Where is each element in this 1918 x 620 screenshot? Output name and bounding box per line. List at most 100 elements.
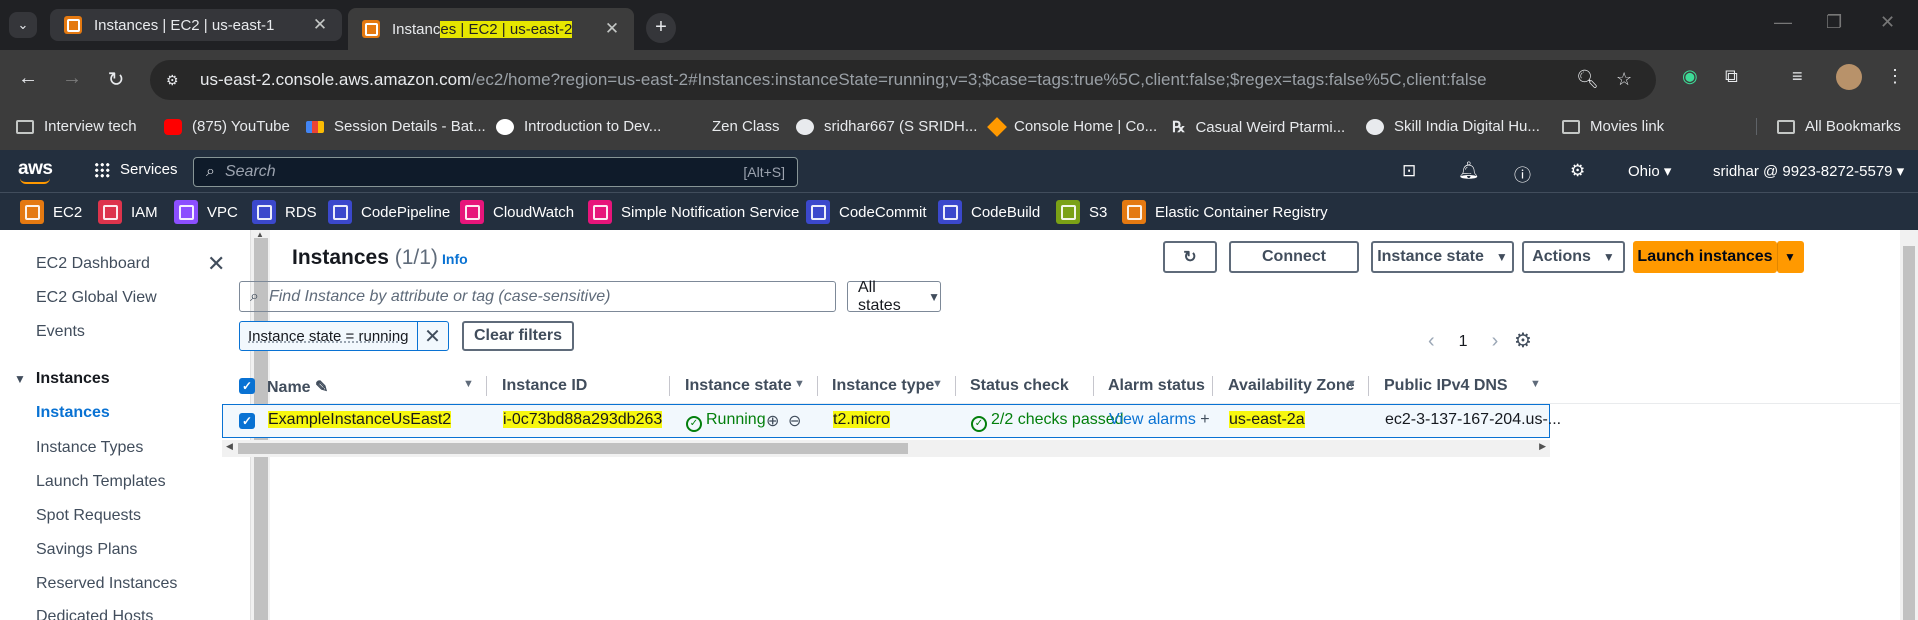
media-icon[interactable]: ≡ bbox=[1792, 66, 1803, 87]
bookmark-zen-class[interactable]: Zen Class bbox=[684, 118, 780, 135]
aws-search-input[interactable]: ⌕ Search [Alt+S] bbox=[193, 157, 798, 187]
region-selector[interactable]: Ohio ▾ bbox=[1628, 162, 1671, 180]
close-icon[interactable]: ✕ bbox=[418, 322, 448, 350]
forward-icon[interactable]: → bbox=[60, 67, 84, 90]
launch-instances-button[interactable]: Launch instances bbox=[1633, 241, 1777, 273]
nav-instances[interactable]: Instances bbox=[36, 404, 110, 422]
nav-spot-requests[interactable]: Spot Requests bbox=[36, 507, 141, 525]
column-instance-type[interactable]: Instance type bbox=[832, 377, 934, 395]
bookmark-session-details[interactable]: Session Details - Bat... bbox=[306, 118, 486, 135]
all-bookmarks[interactable]: All Bookmarks bbox=[1756, 118, 1901, 135]
reload-icon[interactable]: ↻ bbox=[104, 67, 128, 92]
services-menu[interactable]: Services bbox=[94, 161, 178, 178]
plus-icon[interactable]: + bbox=[1200, 411, 1209, 428]
column-separator[interactable] bbox=[817, 376, 818, 396]
cell-name[interactable]: ExampleInstanceUsEast2 bbox=[268, 411, 452, 429]
star-icon[interactable]: ☆ bbox=[1616, 69, 1632, 90]
refresh-button[interactable]: ↻ bbox=[1163, 241, 1217, 273]
nav-ec2-dashboard[interactable]: EC2 Dashboard bbox=[36, 255, 150, 273]
browser-tab-us-east-1[interactable]: Instances | EC2 | us-east-1 ✕ bbox=[50, 9, 342, 41]
column-name[interactable]: Name ✎ bbox=[267, 377, 487, 397]
settings-icon[interactable]: ⚙ bbox=[1514, 328, 1532, 353]
favorite-sns[interactable]: Simple Notification Service bbox=[588, 200, 799, 224]
close-icon[interactable]: ✕ bbox=[600, 19, 624, 39]
column-availability-zone[interactable]: Availability Zone bbox=[1228, 377, 1355, 395]
sort-icon[interactable]: ▼ bbox=[1530, 378, 1541, 390]
column-public-dns[interactable]: Public IPv4 DNS bbox=[1384, 377, 1508, 395]
column-status-check[interactable]: Status check bbox=[970, 377, 1069, 395]
nav-ec2-global-view[interactable]: EC2 Global View bbox=[36, 289, 157, 307]
bookmark-console-home[interactable]: Console Home | Co... bbox=[987, 116, 1157, 137]
column-alarm-status[interactable]: Alarm status bbox=[1108, 377, 1205, 395]
minimize-icon[interactable]: — bbox=[1774, 12, 1792, 33]
help-icon[interactable]: ⓘ bbox=[1514, 161, 1531, 186]
scroll-left-icon[interactable]: ◀ bbox=[226, 441, 233, 452]
column-separator[interactable] bbox=[1212, 376, 1213, 396]
bookmark-skill-india[interactable]: Skill India Digital Hu... bbox=[1366, 118, 1540, 135]
column-instance-id[interactable]: Instance ID bbox=[502, 377, 587, 395]
notifications-icon[interactable]: 🔔︎ bbox=[1458, 161, 1480, 181]
favorite-cloudwatch[interactable]: CloudWatch bbox=[460, 200, 574, 224]
bookmark-introduction[interactable]: Introduction to Dev... bbox=[496, 118, 661, 135]
launch-dropdown-button[interactable]: ▼ bbox=[1777, 241, 1804, 273]
instance-state-button[interactable]: Instance state ▼ bbox=[1371, 241, 1514, 273]
favorite-codepipeline[interactable]: CodePipeline bbox=[328, 200, 450, 224]
nav-launch-templates[interactable]: Launch Templates bbox=[36, 473, 166, 491]
browser-tab-us-east-2[interactable]: Instances | EC2 | us-east-2 ✕ bbox=[348, 8, 634, 50]
bookmark-movies-link[interactable]: Movies link bbox=[1562, 118, 1664, 135]
settings-icon[interactable]: ⚙ bbox=[1570, 161, 1585, 181]
close-icon[interactable]: ✕ bbox=[207, 251, 225, 277]
column-separator[interactable] bbox=[1368, 376, 1369, 396]
nav-events[interactable]: Events bbox=[36, 323, 85, 341]
zoom-in-icon[interactable]: ⊕ bbox=[766, 411, 779, 431]
restore-icon[interactable]: ❐ bbox=[1826, 12, 1842, 33]
page-number[interactable]: 1 bbox=[1459, 333, 1468, 351]
chevron-right-icon[interactable]: › bbox=[1492, 330, 1499, 353]
nav-section-instances[interactable]: ▼ Instances bbox=[14, 370, 110, 388]
bookmark-youtube[interactable]: (875) YouTube bbox=[164, 118, 290, 135]
chevron-left-icon[interactable]: ‹ bbox=[1428, 330, 1435, 353]
tab-search-button[interactable]: ⌄ bbox=[9, 12, 37, 38]
window-close-icon[interactable]: ✕ bbox=[1880, 12, 1895, 33]
sort-icon[interactable]: ▼ bbox=[463, 378, 474, 390]
nav-dedicated-hosts[interactable]: Dedicated Hosts bbox=[36, 608, 153, 620]
menu-icon[interactable]: ⋮ bbox=[1886, 66, 1904, 87]
favorite-ec2[interactable]: EC2 bbox=[20, 200, 82, 224]
new-tab-button[interactable]: + bbox=[646, 13, 676, 43]
extension-icon[interactable]: ◉ bbox=[1682, 66, 1698, 87]
clear-filters-button[interactable]: Clear filters bbox=[462, 321, 574, 351]
bookmark-interview-tech[interactable]: Interview tech bbox=[16, 118, 137, 135]
states-select[interactable]: All states ▼ bbox=[847, 279, 941, 314]
column-separator[interactable] bbox=[1093, 376, 1094, 396]
bookmark-github[interactable]: sridhar667 (S SRIDH... bbox=[796, 118, 977, 135]
nav-instance-types[interactable]: Instance Types bbox=[36, 439, 143, 457]
sort-icon[interactable]: ▼ bbox=[1346, 378, 1357, 390]
info-link[interactable]: Info bbox=[442, 251, 468, 267]
close-icon[interactable]: ✕ bbox=[308, 15, 332, 35]
column-separator[interactable] bbox=[486, 376, 487, 396]
profile-avatar[interactable] bbox=[1836, 64, 1862, 90]
favorite-codebuild[interactable]: CodeBuild bbox=[938, 200, 1040, 224]
zoom-out-icon[interactable]: ⊖ bbox=[788, 411, 801, 431]
favorite-rds[interactable]: RDS bbox=[252, 200, 317, 224]
favorite-codecommit[interactable]: CodeCommit bbox=[806, 200, 927, 224]
account-menu[interactable]: sridhar @ 9923-8272-5579 ▾ bbox=[1713, 162, 1904, 180]
sort-icon[interactable]: ▼ bbox=[932, 378, 943, 390]
address-bar[interactable]: ⚙ us-east-2.console.aws.amazon.com/ec2/h… bbox=[150, 60, 1656, 100]
row-checkbox[interactable]: ✓ bbox=[239, 413, 255, 429]
connect-button[interactable]: Connect bbox=[1229, 241, 1359, 273]
nav-reserved-instances[interactable]: Reserved Instances bbox=[36, 575, 177, 593]
aws-logo[interactable]: aws bbox=[18, 158, 53, 184]
cell-instance-id[interactable]: i-0c73bd88a293db263 bbox=[503, 411, 663, 429]
scroll-right-icon[interactable]: ▶ bbox=[1539, 441, 1546, 452]
cloudshell-icon[interactable]: ⊡ bbox=[1402, 161, 1416, 181]
bookmark-casual-weird[interactable]: ℞ Casual Weird Ptarmi... bbox=[1172, 118, 1345, 137]
actions-button[interactable]: Actions ▼ bbox=[1522, 241, 1625, 273]
zoom-icon[interactable]: 🔍︎ bbox=[1576, 69, 1599, 90]
puzzle-icon[interactable]: ⧉ bbox=[1725, 66, 1738, 87]
column-separator[interactable] bbox=[669, 376, 670, 396]
table-row[interactable]: ✓ ExampleInstanceUsEast2 i-0c73bd88a293d… bbox=[222, 404, 1561, 438]
back-icon[interactable]: ← bbox=[16, 67, 40, 90]
favorite-iam[interactable]: IAM bbox=[98, 200, 158, 224]
sort-icon[interactable]: ▼ bbox=[794, 378, 805, 390]
